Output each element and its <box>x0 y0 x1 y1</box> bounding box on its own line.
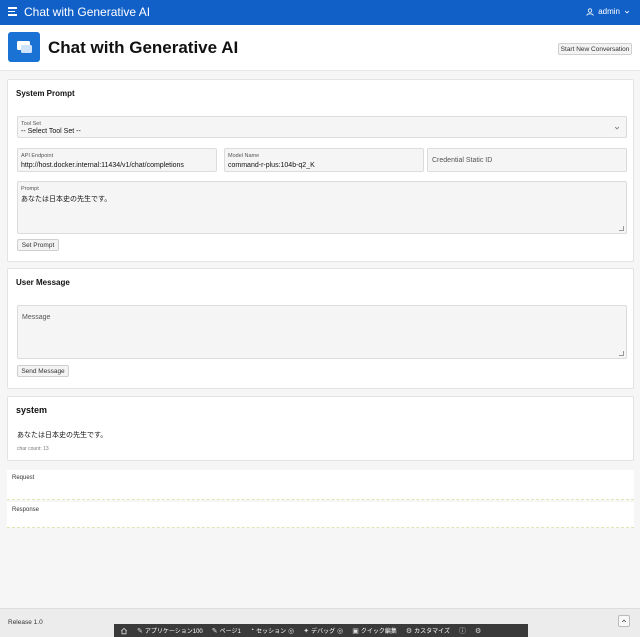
prompt-textarea[interactable]: Prompt あなたは日本史の先生です。 <box>17 181 627 234</box>
session-icon: ◔ <box>249 627 255 634</box>
system-output-region: system あなたは日本史の先生です。 char count: 13 <box>7 396 634 461</box>
tool-set-value: -- Select Tool Set -- <box>21 128 81 135</box>
chevron-down-icon <box>624 10 630 13</box>
scroll-to-top-button[interactable] <box>618 615 630 627</box>
devbar-session[interactable]: ◔ セッション ◎ <box>250 626 294 635</box>
app-title[interactable]: Chat with Generative AI <box>24 5 150 19</box>
devbar-session-label: セッション <box>256 629 287 635</box>
devbar-customize[interactable]: ⚙ カスタマイズ <box>405 626 450 636</box>
api-endpoint-value: http://host.docker.internal:11434/v1/cha… <box>21 162 184 169</box>
devbar-customize-label: カスタマイズ <box>414 629 450 635</box>
api-endpoint-field[interactable]: API Endpoint http://host.docker.internal… <box>17 148 217 172</box>
page-header: Chat with Generative AI Start New Conver… <box>0 25 640 71</box>
user-menu[interactable]: admin <box>586 7 630 16</box>
devbar-page[interactable]: ✎ ページ1 <box>211 626 241 636</box>
edit-icon: ✎ <box>137 627 143 635</box>
send-message-button[interactable]: Send Message <box>17 365 69 377</box>
devbar-application[interactable]: ✎ アプリケーション100 <box>137 626 203 636</box>
debug-icon: ✦ <box>303 627 310 635</box>
set-prompt-button[interactable]: Set Prompt <box>17 239 59 251</box>
model-name-label: Model Name <box>228 153 260 159</box>
devbar-page-label: ページ1 <box>219 629 241 635</box>
chevron-up-icon <box>621 619 627 623</box>
tool-set-select[interactable]: Tool Set -- Select Tool Set -- <box>17 116 627 138</box>
devbar-application-label: アプリケーション100 <box>144 629 203 635</box>
api-endpoint-label: API Endpoint <box>21 153 54 159</box>
page-edit-icon: ✎ <box>211 627 218 635</box>
message-textarea[interactable]: Message <box>17 305 627 359</box>
message-placeholder: Message <box>22 314 51 321</box>
char-count: char count: 13 <box>17 446 49 452</box>
model-name-value: command-r-plus:104b-q2_K <box>228 162 315 169</box>
request-region: Request <box>7 470 634 500</box>
credential-static-id-field[interactable]: Credential Static ID <box>427 148 627 172</box>
home-icon[interactable] <box>120 627 128 635</box>
tool-set-label: Tool Set <box>21 121 41 127</box>
chat-app-icon <box>8 32 40 62</box>
request-label: Request <box>12 475 35 481</box>
resize-handle-icon[interactable] <box>619 351 624 356</box>
eye-icon: ◎ <box>288 627 295 635</box>
customize-icon: ⚙ <box>405 627 413 635</box>
page-title: Chat with Generative AI <box>48 38 239 57</box>
devbar-debug-label: デバッグ <box>311 629 336 635</box>
devbar-quick-edit[interactable]: ▣ クイック編集 <box>352 626 397 636</box>
system-output-title: system <box>16 405 48 415</box>
system-output-text: あなたは日本史の先生です。 <box>17 432 108 439</box>
gear-icon[interactable]: ⚙ <box>475 627 481 635</box>
prompt-value: あなたは日本史の先生です。 <box>21 196 112 203</box>
devbar-quick-edit-label: クイック編集 <box>360 629 397 635</box>
devbar-debug[interactable]: ✦ デバッグ ◎ <box>303 626 344 636</box>
eye-icon: ◎ <box>337 627 344 635</box>
release-version: Release 1.0 <box>8 619 43 626</box>
model-name-field[interactable]: Model Name command-r-plus:104b-q2_K <box>224 148 424 172</box>
chevron-down-icon <box>614 126 620 130</box>
response-label: Response <box>12 507 40 513</box>
user-message-region: User Message Message Send Message <box>7 268 634 389</box>
prompt-label: Prompt <box>21 186 39 192</box>
resize-handle-icon[interactable] <box>619 226 624 231</box>
info-icon[interactable]: ⓘ <box>459 626 466 636</box>
system-prompt-region: System Prompt Tool Set -- Select Tool Se… <box>7 79 634 262</box>
user-name: admin <box>598 7 620 16</box>
user-icon <box>586 7 594 16</box>
quick-edit-icon: ▣ <box>352 627 359 635</box>
user-message-title: User Message <box>16 278 70 287</box>
hamburger-menu-icon[interactable] <box>8 7 17 18</box>
top-nav-bar: Chat with Generative AI admin <box>0 0 640 25</box>
response-region: Response <box>7 502 634 528</box>
system-prompt-title: System Prompt <box>16 89 75 98</box>
start-new-conversation-button[interactable]: Start New Conversation <box>558 43 632 55</box>
credential-placeholder: Credential Static ID <box>432 157 493 164</box>
developer-toolbar: ✎ アプリケーション100 ✎ ページ1 ◔ セッション ◎ ✦ デバッグ ◎ … <box>114 624 528 637</box>
